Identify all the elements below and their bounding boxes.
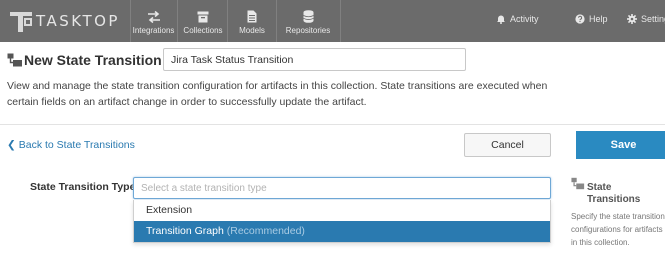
gear-icon [627,14,637,24]
archive-icon [197,11,209,23]
nav-collections-label: Collections [183,26,223,35]
nav-repositories-label: Repositories [285,26,331,35]
nav-divider [177,0,178,42]
option-transition-graph[interactable]: Transition Graph (Recommended) [134,221,550,242]
cancel-button[interactable]: Cancel [464,133,551,157]
help-link[interactable]: Help [575,14,608,24]
logo-text: TASKTOP [36,12,120,30]
section-divider [0,124,665,125]
nav-divider [340,0,341,42]
tasktop-logo[interactable]: TASKTOP [10,8,120,34]
settings-label: Settings [641,14,665,24]
state-transition-icon [7,53,22,67]
nav-divider [227,0,228,42]
nav-integrations[interactable]: Integrations [131,0,176,42]
activity-label: Activity [510,14,539,24]
arrows-icon [147,11,160,23]
top-navigation-bar: TASKTOP Integrations Collections Models [0,0,665,42]
nav-models-label: Models [239,26,265,35]
bell-icon [497,15,505,24]
option-extension[interactable]: Extension [134,200,550,221]
transition-name-input[interactable] [163,48,466,71]
nav-divider [276,0,277,42]
nav-repositories[interactable]: Repositories [279,0,337,42]
help-text: Specify the state transition configurati… [571,212,665,247]
database-icon [302,10,314,23]
select-placeholder: Select a state transition type [141,183,267,194]
back-link-label: Back to State Transitions [18,139,135,151]
type-dropdown-menu: Extension Transition Graph (Recommended) [133,200,551,243]
state-transition-help-icon [571,177,585,190]
nav-collections[interactable]: Collections [181,0,225,42]
option-recommended-note: (Recommended) [226,225,305,237]
help-label: Help [589,14,608,24]
document-icon [247,10,257,23]
page-description: View and manage the state transition con… [7,80,548,108]
state-transition-type-label: State Transition Type [30,181,136,193]
state-transition-type-select[interactable]: Select a state transition type [133,177,551,199]
option-label: Transition Graph [146,225,224,237]
help-title: State Transitions [587,182,641,205]
logo-mark-icon [10,8,36,34]
nav-models[interactable]: Models [230,0,274,42]
page-title: New State Transition [24,52,162,68]
option-label: Extension [146,204,193,216]
question-circle-icon [575,14,585,24]
nav-integrations-label: Integrations [132,26,175,35]
activity-link[interactable]: Activity [496,14,539,24]
chevron-left-icon: ❮ [7,139,16,151]
back-to-state-transitions-link[interactable]: ❮ Back to State Transitions [7,139,135,151]
settings-link[interactable]: Settings [627,14,665,24]
save-button[interactable]: Save [576,131,665,159]
